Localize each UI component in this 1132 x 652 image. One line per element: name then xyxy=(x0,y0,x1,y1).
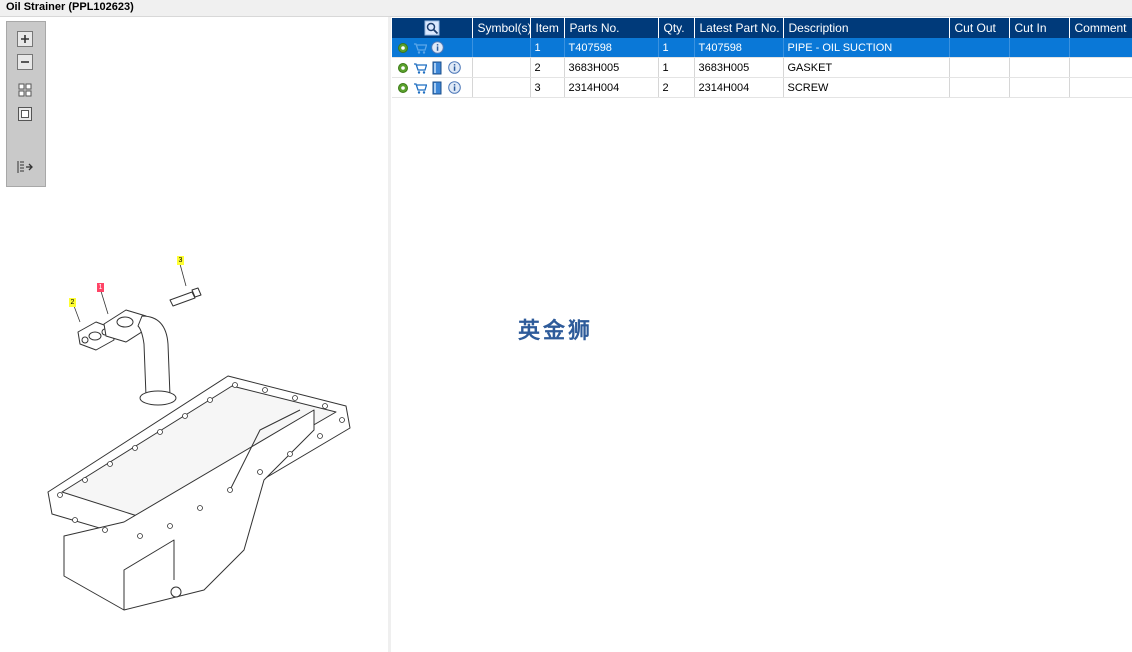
callout-label[interactable]: 1 xyxy=(97,283,104,292)
info-icon[interactable] xyxy=(447,61,461,75)
column-header-description[interactable]: Description xyxy=(783,18,950,38)
column-header-parts-no[interactable]: Parts No. xyxy=(564,18,659,38)
cell-cut-in xyxy=(1009,57,1070,78)
column-header-latest-part-no[interactable]: Latest Part No. xyxy=(694,18,784,38)
table-row[interactable]: 2 3683H005 1 3683H005 GASKET xyxy=(392,57,1132,78)
cell-cut-out xyxy=(949,77,1010,98)
zoom-out-icon[interactable] xyxy=(16,53,34,71)
callout-label[interactable]: 3 xyxy=(177,256,184,265)
cart-icon[interactable] xyxy=(413,61,427,75)
watermark-text: 英金狮 xyxy=(518,319,594,344)
pane-splitter[interactable] xyxy=(388,17,391,652)
cell-parts-no: 2314H004 xyxy=(564,77,659,98)
parts-table: Symbol(s) Item Parts No. Qty. Latest Par… xyxy=(392,18,1132,98)
cell-comment xyxy=(1069,38,1132,58)
cell-description: GASKET xyxy=(783,57,950,78)
cell-description: SCREW xyxy=(783,77,950,98)
cell-qty: 1 xyxy=(658,57,695,78)
sidebar-toggle-icon[interactable] xyxy=(16,158,34,176)
info-icon[interactable] xyxy=(447,81,461,95)
cell-item: 2 xyxy=(530,57,565,78)
column-header-actions[interactable] xyxy=(392,18,473,38)
row-actions xyxy=(392,77,473,98)
row-actions xyxy=(392,38,473,58)
viewer-toolbar xyxy=(6,21,46,187)
table-row[interactable]: 3 2314H004 2 2314H004 SCREW xyxy=(392,77,1132,98)
cell-parts-no: 3683H005 xyxy=(564,57,659,78)
cell-comment xyxy=(1069,77,1132,98)
column-header-cut-in[interactable]: Cut In xyxy=(1009,18,1070,38)
window-title-bar: Oil Strainer (PPL102623) xyxy=(0,0,1132,17)
cell-qty: 1 xyxy=(658,38,695,58)
book-icon[interactable] xyxy=(430,61,444,75)
cell-parts-no: T407598 xyxy=(564,38,659,58)
column-header-qty[interactable]: Qty. xyxy=(658,18,695,38)
cell-cut-in xyxy=(1009,77,1070,98)
cell-description: PIPE - OIL SUCTION xyxy=(783,38,950,58)
cell-comment xyxy=(1069,57,1132,78)
oil-pan-illustration xyxy=(47,263,351,611)
column-header-item[interactable]: Item xyxy=(530,18,565,38)
book-icon[interactable] xyxy=(430,81,444,95)
row-actions xyxy=(392,57,473,78)
cell-latest-part-no: 2314H004 xyxy=(694,77,784,98)
cell-symbols xyxy=(472,77,531,98)
callout-label[interactable]: 2 xyxy=(69,298,76,307)
cell-symbols xyxy=(472,38,531,58)
info-icon[interactable] xyxy=(430,41,444,55)
search-parts-icon[interactable] xyxy=(424,20,440,36)
window-title: Oil Strainer (PPL102623) xyxy=(6,1,134,13)
zoom-in-icon[interactable] xyxy=(16,30,34,48)
cell-cut-in xyxy=(1009,38,1070,58)
cell-latest-part-no: T407598 xyxy=(694,38,784,58)
cell-symbols xyxy=(472,57,531,78)
cell-item: 3 xyxy=(530,77,565,98)
fit-all-icon[interactable] xyxy=(16,81,34,99)
table-header-row: Symbol(s) Item Parts No. Qty. Latest Par… xyxy=(392,18,1132,38)
column-header-cut-out[interactable]: Cut Out xyxy=(949,18,1010,38)
cell-latest-part-no: 3683H005 xyxy=(694,57,784,78)
parts-table-container: Symbol(s) Item Parts No. Qty. Latest Par… xyxy=(392,18,1132,98)
column-header-symbols[interactable]: Symbol(s) xyxy=(472,18,531,38)
cart-icon[interactable] xyxy=(413,81,427,95)
actual-size-icon[interactable] xyxy=(16,105,34,123)
gear-icon[interactable] xyxy=(396,61,410,75)
column-header-comment[interactable]: Comment xyxy=(1069,18,1132,38)
gear-icon[interactable] xyxy=(396,41,410,55)
gear-icon[interactable] xyxy=(396,81,410,95)
cell-cut-out xyxy=(949,38,1010,58)
cell-cut-out xyxy=(949,57,1010,78)
cell-item: 1 xyxy=(530,38,565,58)
cell-qty: 2 xyxy=(658,77,695,98)
cart-icon[interactable] xyxy=(413,41,427,55)
table-row[interactable]: 1 T407598 1 T407598 PIPE - OIL SUCTION xyxy=(392,38,1132,58)
